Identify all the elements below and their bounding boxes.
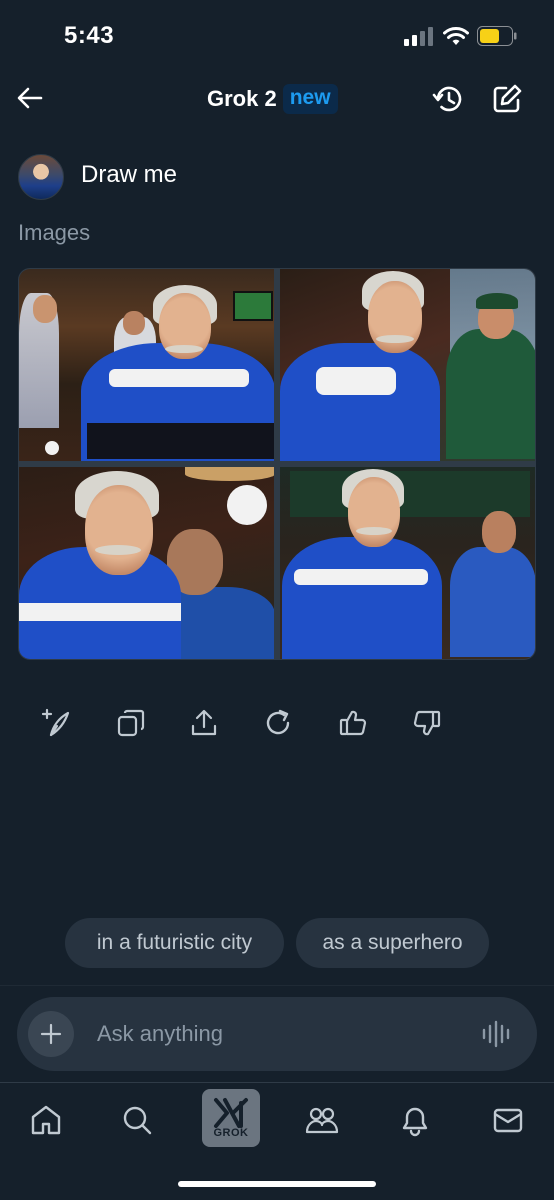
battery-icon xyxy=(477,26,517,46)
refresh-icon[interactable] xyxy=(263,708,293,738)
regenerate-sparkle-icon[interactable] xyxy=(41,708,71,738)
grok-icon xyxy=(214,1098,248,1128)
thumbs-up-icon[interactable] xyxy=(338,708,368,738)
share-icon[interactable] xyxy=(189,708,219,738)
communities-icon[interactable] xyxy=(305,1103,339,1137)
wifi-icon xyxy=(443,27,469,45)
generated-images-grid xyxy=(18,268,536,660)
grok-tab[interactable]: GROK xyxy=(202,1089,260,1147)
composer xyxy=(17,997,537,1071)
signal-icon xyxy=(404,27,433,46)
history-button[interactable] xyxy=(432,82,466,116)
divider xyxy=(0,985,554,986)
search-icon[interactable] xyxy=(120,1103,154,1137)
ask-input[interactable] xyxy=(97,1017,457,1051)
compose-icon xyxy=(493,84,522,113)
status-time: 5:43 xyxy=(64,22,115,49)
back-arrow-icon xyxy=(17,87,43,109)
attach-button[interactable] xyxy=(28,1011,74,1057)
avatar xyxy=(18,154,64,200)
generated-image-4[interactable] xyxy=(280,467,535,659)
generated-image-1[interactable] xyxy=(19,269,274,461)
header-title: Grok 2 new xyxy=(207,82,338,116)
messages-icon[interactable] xyxy=(491,1103,525,1137)
suggestion-chip[interactable]: as a superhero xyxy=(296,918,489,968)
home-icon[interactable] xyxy=(29,1103,63,1137)
back-button[interactable] xyxy=(14,82,46,114)
header: Grok 2 new xyxy=(0,72,554,128)
generated-image-3[interactable] xyxy=(19,467,274,659)
image-actions xyxy=(0,708,554,742)
new-chat-button[interactable] xyxy=(490,82,524,116)
images-label: Images xyxy=(18,220,91,245)
page-title: Grok 2 xyxy=(207,86,277,111)
suggestion-chip[interactable]: in a futuristic city xyxy=(65,918,284,968)
copy-icon[interactable] xyxy=(116,708,146,738)
voice-icon[interactable] xyxy=(481,1019,511,1049)
user-prompt: Draw me xyxy=(81,161,178,188)
notifications-icon[interactable] xyxy=(398,1103,432,1137)
grok-label: GROK xyxy=(213,1127,249,1139)
status-bar: 5:43 xyxy=(0,0,554,70)
plus-icon xyxy=(40,1023,62,1045)
generated-image-2[interactable] xyxy=(280,269,535,461)
thumbs-down-icon[interactable] xyxy=(412,708,442,738)
new-badge: new xyxy=(282,84,338,114)
history-icon xyxy=(432,86,462,112)
home-indicator xyxy=(178,1181,376,1187)
